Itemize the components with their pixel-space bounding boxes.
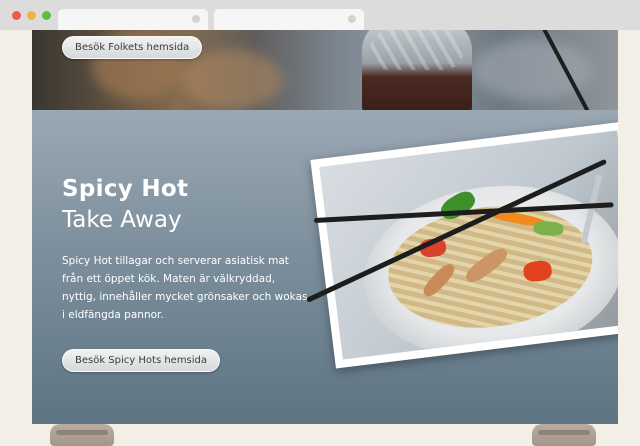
browser-chrome (0, 0, 640, 30)
food-photo (310, 121, 618, 369)
page-content: Besök Folkets hemsida Spicy Hot Take Awa… (32, 30, 618, 424)
decorative-pillar-right (532, 424, 596, 446)
hero-section: Spicy Hot Take Away Spicy Hot tillagar o… (32, 110, 618, 424)
hero-title: Spicy Hot (62, 176, 189, 202)
visit-spicy-hot-button[interactable]: Besök Spicy Hots hemsida (62, 349, 221, 372)
food-photo-image (319, 130, 618, 360)
hero-subtitle: Take Away (62, 207, 182, 233)
browser-tab-1[interactable] (58, 9, 208, 30)
glass-jar-image (362, 30, 472, 110)
banner-bokeh (182, 50, 282, 110)
browser-tab-2[interactable] (214, 9, 364, 30)
chopstick-image (537, 30, 593, 110)
tab-close-icon[interactable] (348, 15, 356, 23)
hero-description: Spicy Hot tillagar och serverar asiatisk… (62, 255, 308, 321)
close-window-dot[interactable] (12, 11, 21, 20)
herb-image (533, 220, 564, 237)
minimize-window-dot[interactable] (27, 11, 36, 20)
tab-close-icon[interactable] (192, 15, 200, 23)
top-banner-image: Besök Folkets hemsida (32, 30, 618, 110)
visit-folkets-button[interactable]: Besök Folkets hemsida (62, 36, 203, 59)
decorative-pillar-left (50, 424, 114, 446)
maximize-window-dot[interactable] (42, 11, 51, 20)
